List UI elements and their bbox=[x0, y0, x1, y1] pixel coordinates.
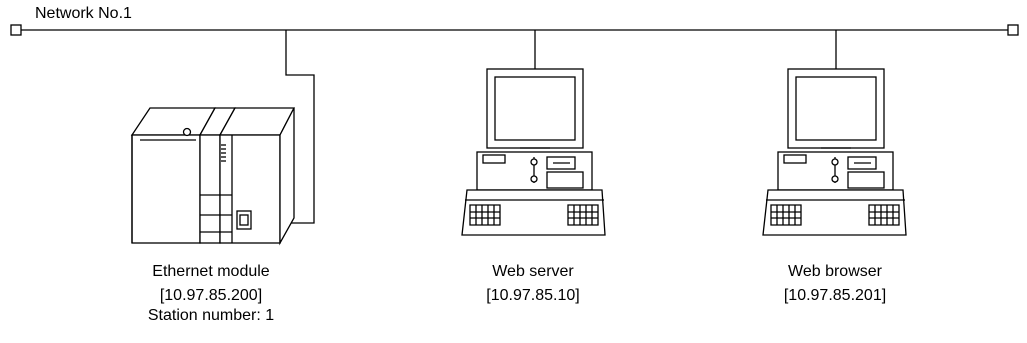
ethernet-module-station: Station number: 1 bbox=[147, 307, 275, 324]
ethernet-module-name: Ethernet module bbox=[152, 263, 270, 280]
web-browser-caption: Web browser [10.97.85.201] bbox=[784, 262, 886, 306]
network-diagram: Network No.1 Ethernet module [10.97.85.2… bbox=[0, 0, 1027, 343]
ethernet-module-ip: [10.97.85.200] bbox=[159, 287, 263, 304]
left-terminator bbox=[10, 24, 22, 36]
web-browser-name: Web browser bbox=[788, 263, 882, 280]
web-browser-ip: [10.97.85.201] bbox=[783, 287, 887, 304]
web-server-caption: Web server [10.97.85.10] bbox=[486, 262, 579, 306]
plc-module-icon bbox=[130, 107, 296, 246]
network-bus bbox=[10, 24, 1019, 36]
computer-icon bbox=[762, 68, 907, 236]
ethernet-module-caption: Ethernet module [10.97.85.200] Station n… bbox=[148, 262, 274, 326]
computer-icon bbox=[461, 68, 606, 236]
right-terminator bbox=[1007, 24, 1019, 36]
web-server-name: Web server bbox=[492, 263, 574, 280]
network-label: Network No.1 bbox=[35, 5, 132, 22]
web-server-ip: [10.97.85.10] bbox=[486, 287, 580, 304]
